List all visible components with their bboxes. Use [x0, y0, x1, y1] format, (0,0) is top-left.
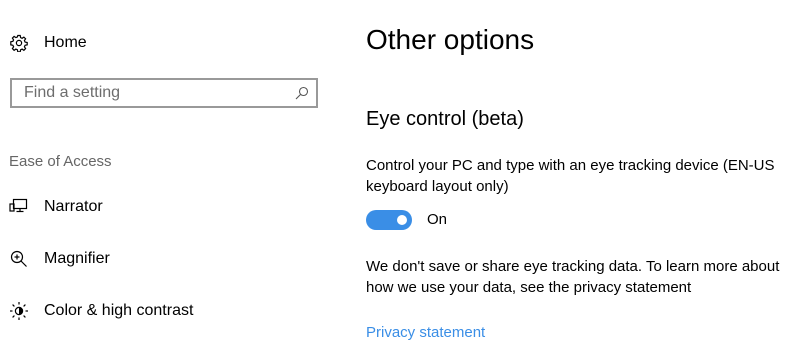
- sidebar-item-color-high-contrast[interactable]: Color & high contrast: [0, 293, 330, 329]
- sidebar-item-home[interactable]: Home: [0, 25, 330, 61]
- magnifier-icon: [9, 249, 29, 269]
- eye-control-toggle-row: On: [366, 208, 566, 232]
- privacy-description: We don't save or share eye tracking data…: [366, 258, 780, 296]
- toggle-state-label: On: [427, 211, 448, 228]
- sidebar-item-label: Color & high contrast: [44, 302, 194, 319]
- sidebar: Home Ease of Access: [0, 0, 340, 352]
- eye-control-description: Control your PC and type with an eye tra…: [366, 157, 775, 195]
- search-box: [10, 78, 318, 108]
- group-title: Eye control (beta): [366, 108, 524, 130]
- search-input[interactable]: [12, 80, 294, 106]
- eye-control-toggle[interactable]: [366, 210, 412, 230]
- sidebar-item-label: Magnifier: [44, 250, 110, 267]
- sidebar-item-label: Narrator: [44, 198, 103, 215]
- privacy-statement-link[interactable]: Privacy statement: [366, 324, 485, 341]
- settings-window: Home Ease of Access: [0, 0, 800, 352]
- gear-icon: [9, 33, 29, 53]
- main-content: Other options Eye control (beta) Control…: [366, 0, 796, 352]
- sidebar-item-narrator[interactable]: Narrator: [0, 189, 330, 225]
- page-title: Other options: [366, 24, 535, 55]
- section-heading: Ease of Access: [9, 153, 112, 170]
- search-icon[interactable]: [292, 83, 312, 103]
- sidebar-item-label: Home: [44, 34, 87, 51]
- sidebar-item-magnifier[interactable]: Magnifier: [0, 241, 330, 277]
- toggle-knob: [397, 215, 407, 225]
- narrator-icon: [9, 197, 29, 217]
- brightness-icon: [9, 301, 29, 321]
